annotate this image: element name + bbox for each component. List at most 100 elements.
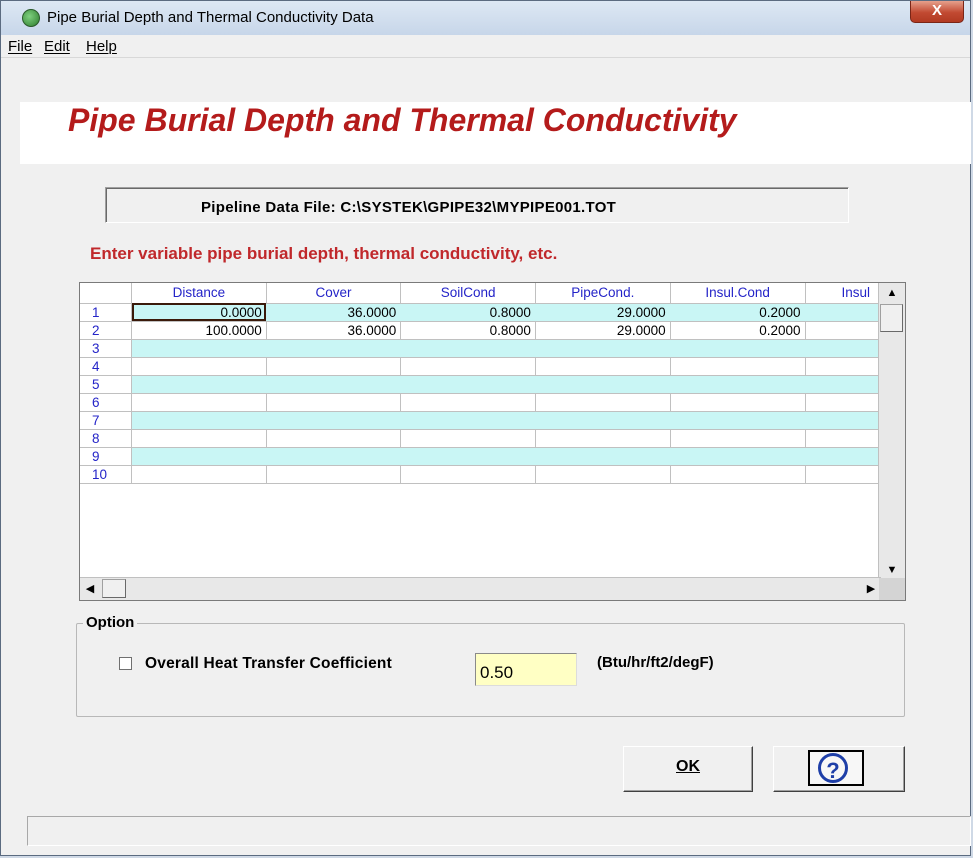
htc-units-label: (Btu/hr/ft2/degF) [597, 654, 714, 671]
grid-cell[interactable] [670, 447, 806, 466]
col-header-insulcond[interactable]: Insul.Cond [670, 283, 806, 304]
row-number[interactable]: 7 [80, 411, 133, 430]
grid-cell[interactable]: 0.2000 [670, 303, 806, 322]
menu-file[interactable]: File [8, 38, 32, 55]
table-row[interactable]: 7 [80, 411, 905, 430]
col-header-distance[interactable]: Distance [131, 283, 267, 304]
grid-cell[interactable] [266, 465, 402, 484]
grid-cell[interactable] [535, 411, 671, 430]
grid-cell[interactable] [400, 393, 536, 412]
menu-help[interactable]: Help [86, 38, 117, 55]
grid-cell[interactable] [266, 411, 402, 430]
help-button-frame: ? [808, 750, 864, 786]
grid-cell[interactable]: 36.0000 [266, 321, 402, 340]
htc-value-input[interactable] [475, 653, 577, 686]
menu-bar: File Edit Help [1, 35, 970, 58]
grid-cell[interactable] [535, 429, 671, 448]
grid-cell[interactable] [266, 357, 402, 376]
ok-button[interactable]: OK [623, 746, 753, 792]
horizontal-scroll-thumb[interactable] [102, 579, 126, 598]
grid-cell[interactable] [266, 339, 402, 358]
grid-cell[interactable] [535, 357, 671, 376]
file-path-text: Pipeline Data File: C:\SYSTEK\GPIPE32\MY… [201, 199, 617, 216]
scroll-right-arrow-icon[interactable]: ▶ [861, 578, 881, 600]
grid-cell[interactable] [400, 357, 536, 376]
table-row[interactable]: 2 100.0000 36.0000 0.8000 29.0000 0.2000 [80, 321, 905, 340]
grid-table[interactable]: Distance Cover SoilCond PipeCond. Insul.… [80, 283, 905, 484]
grid-cell[interactable] [670, 375, 806, 394]
grid-cell[interactable]: 36.0000 [266, 303, 402, 322]
grid-cell[interactable]: 100.0000 [131, 321, 267, 340]
row-number[interactable]: 1 [80, 303, 133, 322]
grid-cell[interactable] [400, 339, 536, 358]
grid-cell[interactable] [670, 411, 806, 430]
row-number[interactable]: 2 [80, 321, 133, 340]
grid-cell[interactable] [131, 447, 267, 466]
grid-cell[interactable] [535, 375, 671, 394]
grid-cell[interactable]: 0.2000 [670, 321, 806, 340]
grid-cell[interactable] [535, 465, 671, 484]
ok-button-label: OK [676, 758, 700, 775]
grid-cell[interactable] [670, 339, 806, 358]
grid-cell[interactable] [131, 393, 267, 412]
grid-cell[interactable]: 0.8000 [400, 321, 536, 340]
grid-cell[interactable] [670, 429, 806, 448]
scroll-left-arrow-icon[interactable]: ◀ [80, 578, 100, 600]
grid-cell[interactable] [535, 393, 671, 412]
row-number[interactable]: 5 [80, 375, 133, 394]
grid-cell[interactable] [131, 429, 267, 448]
row-number[interactable]: 8 [80, 429, 133, 448]
grid-cell[interactable]: 29.0000 [535, 303, 671, 322]
grid-cell[interactable] [131, 411, 267, 430]
overall-htc-label[interactable]: Overall Heat Transfer Coefficient [145, 655, 392, 673]
row-number[interactable]: 3 [80, 339, 133, 358]
table-row[interactable]: 5 [80, 375, 905, 394]
vertical-scroll-thumb[interactable] [880, 304, 903, 332]
grid-cell[interactable] [131, 375, 267, 394]
grid-cell[interactable] [400, 375, 536, 394]
grid-cell[interactable] [266, 393, 402, 412]
table-row[interactable]: 3 [80, 339, 905, 358]
grid-cell[interactable]: 0.8000 [400, 303, 536, 322]
grid-cell[interactable] [400, 465, 536, 484]
row-number[interactable]: 4 [80, 357, 133, 376]
grid-cell[interactable] [670, 357, 806, 376]
grid-cell[interactable] [535, 447, 671, 466]
grid-cell[interactable] [266, 429, 402, 448]
grid-cell[interactable] [400, 447, 536, 466]
col-header-soilcond[interactable]: SoilCond [400, 283, 536, 304]
scroll-up-arrow-icon[interactable]: ▲ [879, 283, 905, 303]
grid-cell[interactable] [131, 357, 267, 376]
overall-htc-checkbox[interactable] [119, 657, 132, 670]
grid-cell[interactable] [400, 411, 536, 430]
grid-cell[interactable] [131, 465, 267, 484]
row-number[interactable]: 9 [80, 447, 133, 466]
row-number[interactable]: 6 [80, 393, 133, 412]
grid-cell[interactable] [266, 447, 402, 466]
table-row[interactable]: 4 [80, 357, 905, 376]
row-number[interactable]: 10 [80, 465, 133, 484]
grid-cell[interactable] [400, 429, 536, 448]
horizontal-scrollbar[interactable]: ◀ ▶ [80, 577, 881, 600]
col-header-cover[interactable]: Cover [266, 283, 402, 304]
grid-cell[interactable] [535, 339, 671, 358]
help-button[interactable]: ? [773, 746, 905, 792]
grid-cell[interactable] [131, 339, 267, 358]
grid-cell[interactable] [670, 465, 806, 484]
vertical-scrollbar[interactable]: ▲ ▼ [878, 283, 905, 580]
grid-cell[interactable]: 29.0000 [535, 321, 671, 340]
col-header-pipecond[interactable]: PipeCond. [535, 283, 671, 304]
table-row[interactable]: 1 0.0000 36.0000 0.8000 29.0000 0.2000 [80, 303, 905, 322]
data-grid[interactable]: Distance Cover SoilCond PipeCond. Insul.… [79, 282, 906, 601]
table-row[interactable]: 6 [80, 393, 905, 412]
grid-cell[interactable] [670, 393, 806, 412]
grid-cell[interactable]: 0.0000 [131, 303, 267, 322]
title-bar[interactable]: Pipe Burial Depth and Thermal Conductivi… [1, 1, 970, 36]
scroll-down-arrow-icon[interactable]: ▼ [879, 560, 905, 580]
close-button[interactable]: X [910, 1, 964, 23]
table-row[interactable]: 8 [80, 429, 905, 448]
table-row[interactable]: 10 [80, 465, 905, 484]
menu-edit[interactable]: Edit [44, 38, 70, 55]
table-row[interactable]: 9 [80, 447, 905, 466]
grid-cell[interactable] [266, 375, 402, 394]
